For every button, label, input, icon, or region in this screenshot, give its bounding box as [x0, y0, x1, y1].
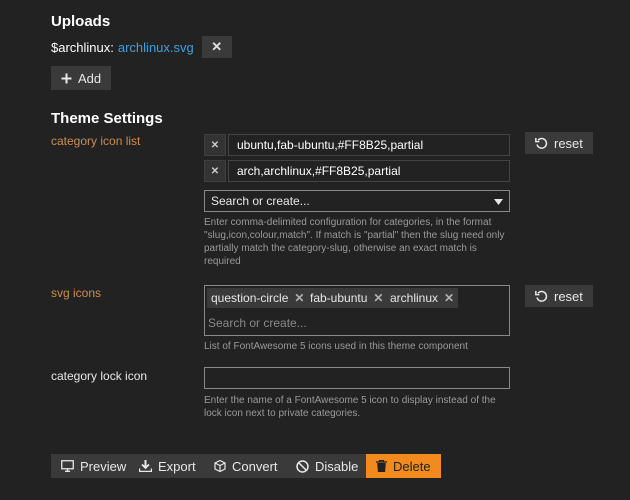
export-label: Export: [158, 458, 196, 474]
remove-row-2-button[interactable]: ✕: [204, 160, 226, 182]
delete-button[interactable]: Delete: [366, 454, 441, 478]
close-icon: ✕: [211, 39, 223, 54]
upload-variable-name: $archlinux:: [51, 39, 114, 55]
delete-label: Delete: [393, 458, 431, 474]
remove-row-1-button[interactable]: ✕: [204, 134, 226, 156]
upload-item: $archlinux: archlinux.svg ✕: [51, 36, 232, 58]
chip-archlinux[interactable]: archlinux ✕: [386, 288, 459, 308]
plus-icon: [61, 73, 72, 84]
category-lock-icon-input[interactable]: [204, 367, 510, 389]
chip-question-circle[interactable]: question-circle ✕: [207, 288, 309, 308]
reset-label: reset: [554, 288, 583, 304]
category-icon-row-2-input[interactable]: arch,archlinux,#FF8B25,partial: [228, 160, 510, 182]
remove-upload-button[interactable]: ✕: [201, 36, 232, 58]
ban-icon: [296, 459, 309, 473]
reset-label: reset: [554, 135, 583, 151]
trash-icon: [376, 460, 387, 472]
convert-button[interactable]: Convert: [204, 454, 288, 478]
close-icon[interactable]: ✕: [294, 291, 304, 305]
svg-icons-search-placeholder: Search or create...: [208, 316, 307, 330]
category-icon-search-select[interactable]: Search or create...: [204, 190, 510, 212]
chip-label: archlinux: [390, 291, 439, 305]
chip-label: fab-ubuntu: [310, 291, 368, 305]
caret-down-icon: [494, 194, 503, 208]
add-upload-label: Add: [78, 70, 102, 86]
desktop-icon: [61, 460, 74, 472]
undo-icon: [535, 290, 548, 302]
add-upload-button[interactable]: Add: [51, 66, 112, 90]
theme-component-settings: Uploads $archlinux: archlinux.svg ✕ Add …: [0, 0, 630, 500]
reset-category-icon-list-button[interactable]: reset: [525, 132, 593, 154]
category-lock-icon-help: Enter the name of a FontAwesome 5 icon t…: [204, 395, 496, 419]
download-icon: [139, 460, 152, 472]
cube-icon: [214, 460, 226, 472]
svg-icons-help: List of FontAwesome 5 icons used in this…: [204, 341, 468, 352]
select-placeholder: Search or create...: [211, 194, 310, 208]
close-icon: ✕: [210, 139, 220, 151]
reset-svg-icons-button[interactable]: reset: [525, 285, 593, 307]
close-icon: ✕: [210, 165, 220, 177]
uploads-heading: Uploads: [51, 13, 111, 30]
chip-fab-ubuntu[interactable]: fab-ubuntu ✕: [306, 288, 388, 308]
close-icon[interactable]: ✕: [373, 291, 383, 305]
undo-icon: [535, 137, 548, 149]
chip-label: question-circle: [211, 291, 289, 305]
preview-label: Preview: [80, 458, 127, 474]
category-icon-row-1-input[interactable]: ubuntu,fab-ubuntu,#FF8B25,partial: [228, 134, 510, 156]
category-lock-icon-label: category lock icon: [51, 369, 148, 383]
theme-settings-heading: Theme Settings: [51, 110, 163, 127]
disable-label: Disable: [315, 458, 359, 474]
category-icon-list-help: Enter comma-delimited configuration for …: [204, 217, 505, 267]
convert-label: Convert: [232, 458, 278, 474]
preview-button[interactable]: Preview: [51, 454, 137, 478]
category-icon-list-label: category icon list: [51, 134, 141, 148]
close-icon[interactable]: ✕: [444, 291, 454, 305]
svg-icons-multiselect[interactable]: question-circle ✕ fab-ubuntu ✕ archlinux…: [204, 285, 510, 336]
svg-icons-label: svg icons: [51, 286, 102, 300]
disable-button[interactable]: Disable: [286, 454, 369, 478]
upload-file-link[interactable]: archlinux.svg: [118, 40, 194, 55]
export-button[interactable]: Export: [129, 454, 206, 478]
